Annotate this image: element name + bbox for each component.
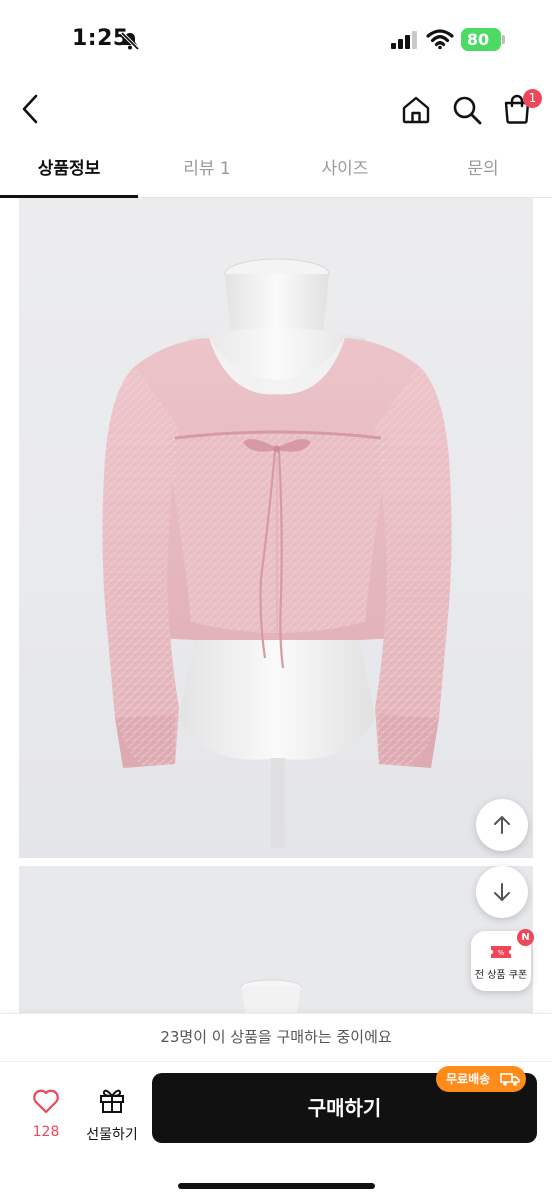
arrow-up-icon xyxy=(494,816,510,834)
mannequin-photo-partial xyxy=(240,979,302,1026)
home-icon[interactable] xyxy=(400,94,432,126)
scroll-down-button[interactable] xyxy=(476,866,528,918)
coupon-label: 전 상품 쿠폰 xyxy=(474,970,528,981)
back-icon[interactable] xyxy=(16,92,46,126)
gift-label: 선물하기 xyxy=(86,1127,138,1143)
tab-product-info[interactable]: 상품정보 xyxy=(0,145,138,198)
tab-size[interactable]: 사이즈 xyxy=(276,145,414,197)
like-button[interactable]: 128 xyxy=(18,1086,74,1150)
bottom-purchase-bar: 23명이 이 상품을 구매하는 중이에요 128 선물하기 구매하기 무료배송 xyxy=(0,1013,552,1200)
cart-count-badge: 1 xyxy=(523,89,542,108)
battery-level: 80 xyxy=(466,30,490,49)
gift-button[interactable]: 선물하기 xyxy=(80,1084,144,1148)
product-image-2 xyxy=(19,866,533,1026)
scroll-up-button[interactable] xyxy=(476,799,528,851)
home-indicator[interactable] xyxy=(178,1183,375,1189)
purchase-notice: 23명이 이 상품을 구매하는 중이에요 xyxy=(160,1028,392,1046)
free-shipping-badge: 무료배송 xyxy=(436,1066,526,1092)
product-tabs: 상품정보 리뷰 1 사이즈 문의 xyxy=(0,145,552,198)
gift-icon xyxy=(100,1089,124,1113)
product-image xyxy=(19,198,533,858)
tab-reviews[interactable]: 리뷰 1 xyxy=(138,145,276,197)
cellular-signal-icon xyxy=(391,31,417,49)
truck-icon xyxy=(500,1073,520,1086)
battery-cap xyxy=(502,35,505,44)
free-shipping-label: 무료배송 xyxy=(446,1072,491,1086)
arrow-down-icon xyxy=(494,883,510,901)
sweater-mannequin-photo xyxy=(102,258,452,848)
header: 1 xyxy=(0,80,552,142)
bell-slash-icon xyxy=(120,31,140,51)
coupon-new-badge: N xyxy=(517,929,534,946)
wifi-icon xyxy=(426,29,454,50)
tab-inquiry[interactable]: 문의 xyxy=(414,145,552,197)
svg-text:%: % xyxy=(498,949,505,957)
heart-icon xyxy=(33,1089,59,1114)
status-bar: 1:25 80 xyxy=(0,0,552,80)
battery-indicator: 80 xyxy=(461,28,501,51)
coupon-ticket-icon: % xyxy=(491,946,511,958)
search-icon[interactable] xyxy=(451,94,483,126)
like-count: 128 xyxy=(32,1124,60,1140)
divider xyxy=(0,1061,552,1062)
